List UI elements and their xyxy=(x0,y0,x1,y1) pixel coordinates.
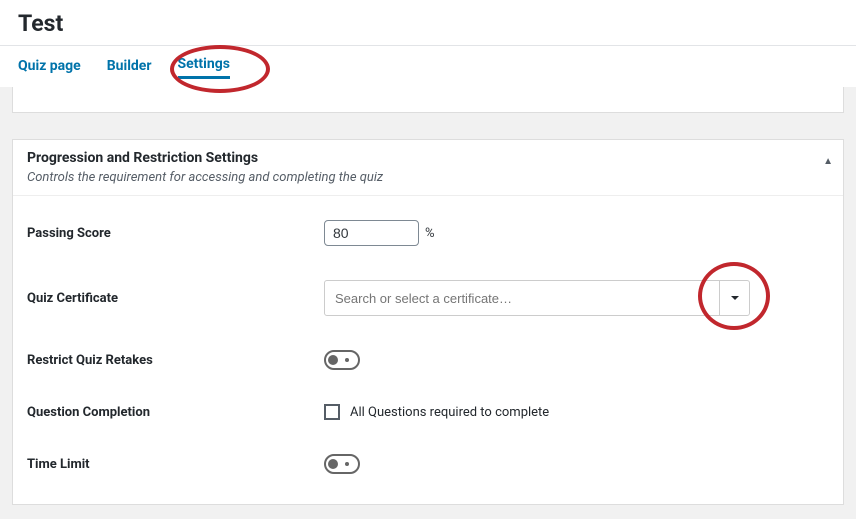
panel-description: Controls the requirement for accessing a… xyxy=(27,170,829,185)
toggle-knob xyxy=(328,459,338,469)
panel-title: Progression and Restriction Settings xyxy=(27,150,829,166)
certificate-select-caret[interactable] xyxy=(719,281,749,315)
label-restrict-retakes: Restrict Quiz Retakes xyxy=(27,353,324,368)
question-completion-checkbox[interactable] xyxy=(324,404,340,420)
row-passing-score: Passing Score % xyxy=(27,220,829,246)
panel-header: Progression and Restriction Settings Con… xyxy=(13,140,843,196)
certificate-select-input[interactable] xyxy=(325,281,719,315)
tab-builder[interactable]: Builder xyxy=(107,58,152,78)
toggle-dot xyxy=(345,358,349,362)
time-limit-toggle[interactable] xyxy=(324,454,360,474)
row-restrict-retakes: Restrict Quiz Retakes xyxy=(27,350,829,370)
toggle-knob xyxy=(328,355,338,365)
label-passing-score: Passing Score xyxy=(27,226,324,241)
label-time-limit: Time Limit xyxy=(27,457,324,472)
chevron-down-icon xyxy=(730,293,740,303)
row-question-completion: Question Completion All Questions requir… xyxy=(27,404,829,420)
row-time-limit: Time Limit xyxy=(27,454,829,474)
tabs-nav: Quiz page Builder Settings xyxy=(0,46,856,87)
tab-quiz-page[interactable]: Quiz page xyxy=(18,58,81,78)
certificate-select[interactable] xyxy=(324,280,750,316)
collapse-toggle-icon[interactable]: ▲ xyxy=(823,156,833,167)
question-completion-checkbox-label: All Questions required to complete xyxy=(350,405,549,420)
panel-above-stub xyxy=(12,87,844,113)
tab-settings[interactable]: Settings xyxy=(178,56,230,79)
passing-score-suffix: % xyxy=(425,226,435,241)
page-title: Test xyxy=(18,10,838,45)
passing-score-input[interactable] xyxy=(324,220,419,246)
restrict-retakes-toggle[interactable] xyxy=(324,350,360,370)
label-question-completion: Question Completion xyxy=(27,405,324,420)
label-quiz-certificate: Quiz Certificate xyxy=(27,291,324,306)
toggle-dot xyxy=(345,462,349,466)
row-quiz-certificate: Quiz Certificate xyxy=(27,280,829,316)
progression-panel: Progression and Restriction Settings Con… xyxy=(12,139,844,505)
